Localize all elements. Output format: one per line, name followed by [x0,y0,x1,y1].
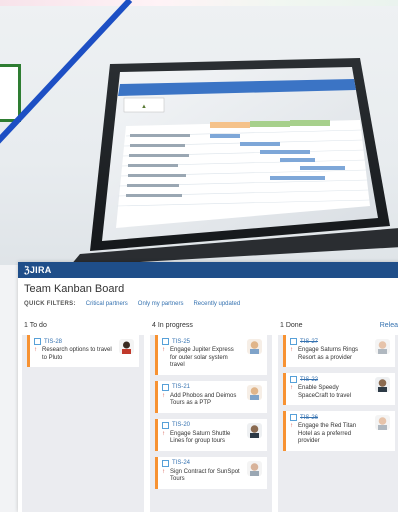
priority-up-icon: ↑ [162,468,165,475]
svg-text:▲: ▲ [141,104,147,110]
issue-key[interactable]: TIS-27 [300,339,318,345]
issue-key[interactable]: TIS-20 [172,422,190,428]
story-icon [290,338,297,345]
issue-card[interactable]: TIS-22 ↑ Enable Speedy SpaceCraft to trav… [283,373,395,405]
issue-key[interactable]: TIS-22 [300,377,318,383]
column-title: 4 In progress [152,322,193,329]
column-in-progress: 4 In progress TIS-25 ↑ Engage Jupiter Exp… [150,318,272,512]
board-title: Team Kanban Board [24,283,125,295]
quick-filters: QUICK FILTERS: Critical partners Only my… [18,295,398,307]
avatar [375,415,390,430]
issue-card[interactable]: TIS-27 ↑ Engage Saturns Rings Resort as a… [283,335,395,367]
story-icon [290,414,297,421]
story-icon [290,376,297,383]
story-icon [34,338,41,345]
hero-photo: ▲ [0,0,398,265]
column-todo: 1 To do TIS-28 ↑ Research options to trav… [22,318,144,512]
laptop-image: ▲ [70,58,398,265]
issue-key[interactable]: TIS-28 [44,339,62,345]
priority-up-icon: ↑ [290,347,293,353]
column-header: 1 Done Relea [278,318,398,335]
issue-summary: Research options to travel to Pluto [42,347,112,361]
issue-summary: Engage Saturns Rings Resort as a provide… [298,347,359,361]
column-done: 1 Done Relea TIS-27 ↑ Engage Saturns Ring… [278,318,398,512]
issue-key[interactable]: TIS-26 [300,415,318,421]
avatar [247,384,262,400]
avatar [247,460,262,476]
priority-up-icon: ↑ [34,347,37,353]
issue-key[interactable]: TIS-25 [172,339,190,345]
story-icon [162,459,169,467]
release-link[interactable]: Relea [380,322,398,329]
issue-key[interactable]: TIS-24 [172,460,190,466]
jira-logo[interactable]: ℨJIRA [24,265,52,276]
avatar [375,339,390,354]
issue-card[interactable]: TIS-26 ↑ Engage the Red Titan Hotel as a … [283,411,395,451]
priority-up-icon: ↑ [162,347,165,353]
issue-summary: Engage the Red Titan Hotel as a preferre… [298,423,357,444]
story-icon [162,383,169,391]
quick-filters-label: QUICK FILTERS: [24,301,76,307]
story-icon [162,338,169,345]
issue-summary: Engage Saturn Shuttle Lines for group to… [170,430,231,445]
avatar [247,339,262,354]
issue-card[interactable]: TIS-25 ↑ Engage Jupiter Express for outer… [155,335,267,375]
issue-summary: Add Phobos and Deimos Tours as a PTP [170,392,237,407]
issue-summary: Engage Jupiter Express for outer solar s… [170,347,234,368]
filter-recently-updated[interactable]: Recently updated [193,301,240,307]
story-icon [162,421,169,429]
kanban-columns: 1 To do TIS-28 ↑ Research options to trav… [22,318,398,512]
issue-card[interactable]: TIS-28 ↑ Research options to travel to Pl… [27,335,139,367]
filter-only-my-partners[interactable]: Only my partners [138,301,184,307]
issue-summary: Enable Speedy SpaceCraft to travel [298,385,352,399]
column-title: 1 Done [280,322,303,329]
priority-up-icon: ↑ [162,392,165,399]
avatar [119,339,134,354]
column-header: 4 In progress [150,318,272,335]
issue-key[interactable]: TIS-21 [172,384,190,390]
priority-up-icon: ↑ [290,423,293,429]
issue-card[interactable]: TIS-24 ↑ Sign Contract for SunSpot Tours [155,456,267,489]
issue-card[interactable]: TIS-21 ↑ Add Phobos and Deimos Tours as a… [155,380,267,413]
issue-summary: Sign Contract for SunSpot Tours [170,468,240,483]
issue-card[interactable]: TIS-20 ↑ Engage Saturn Shuttle Lines for … [155,418,267,451]
priority-up-icon: ↑ [290,385,293,391]
jira-board-panel: ℨJIRA Team Kanban Board QUICK FILTERS: C… [18,262,398,512]
priority-up-icon: ↑ [162,430,165,437]
avatar [247,422,262,438]
column-title: 1 To do [24,322,47,329]
avatar [375,377,390,392]
jira-header-bar: ℨJIRA [18,262,398,278]
filter-critical-partners[interactable]: Critical partners [86,301,128,307]
column-header: 1 To do [22,318,144,335]
